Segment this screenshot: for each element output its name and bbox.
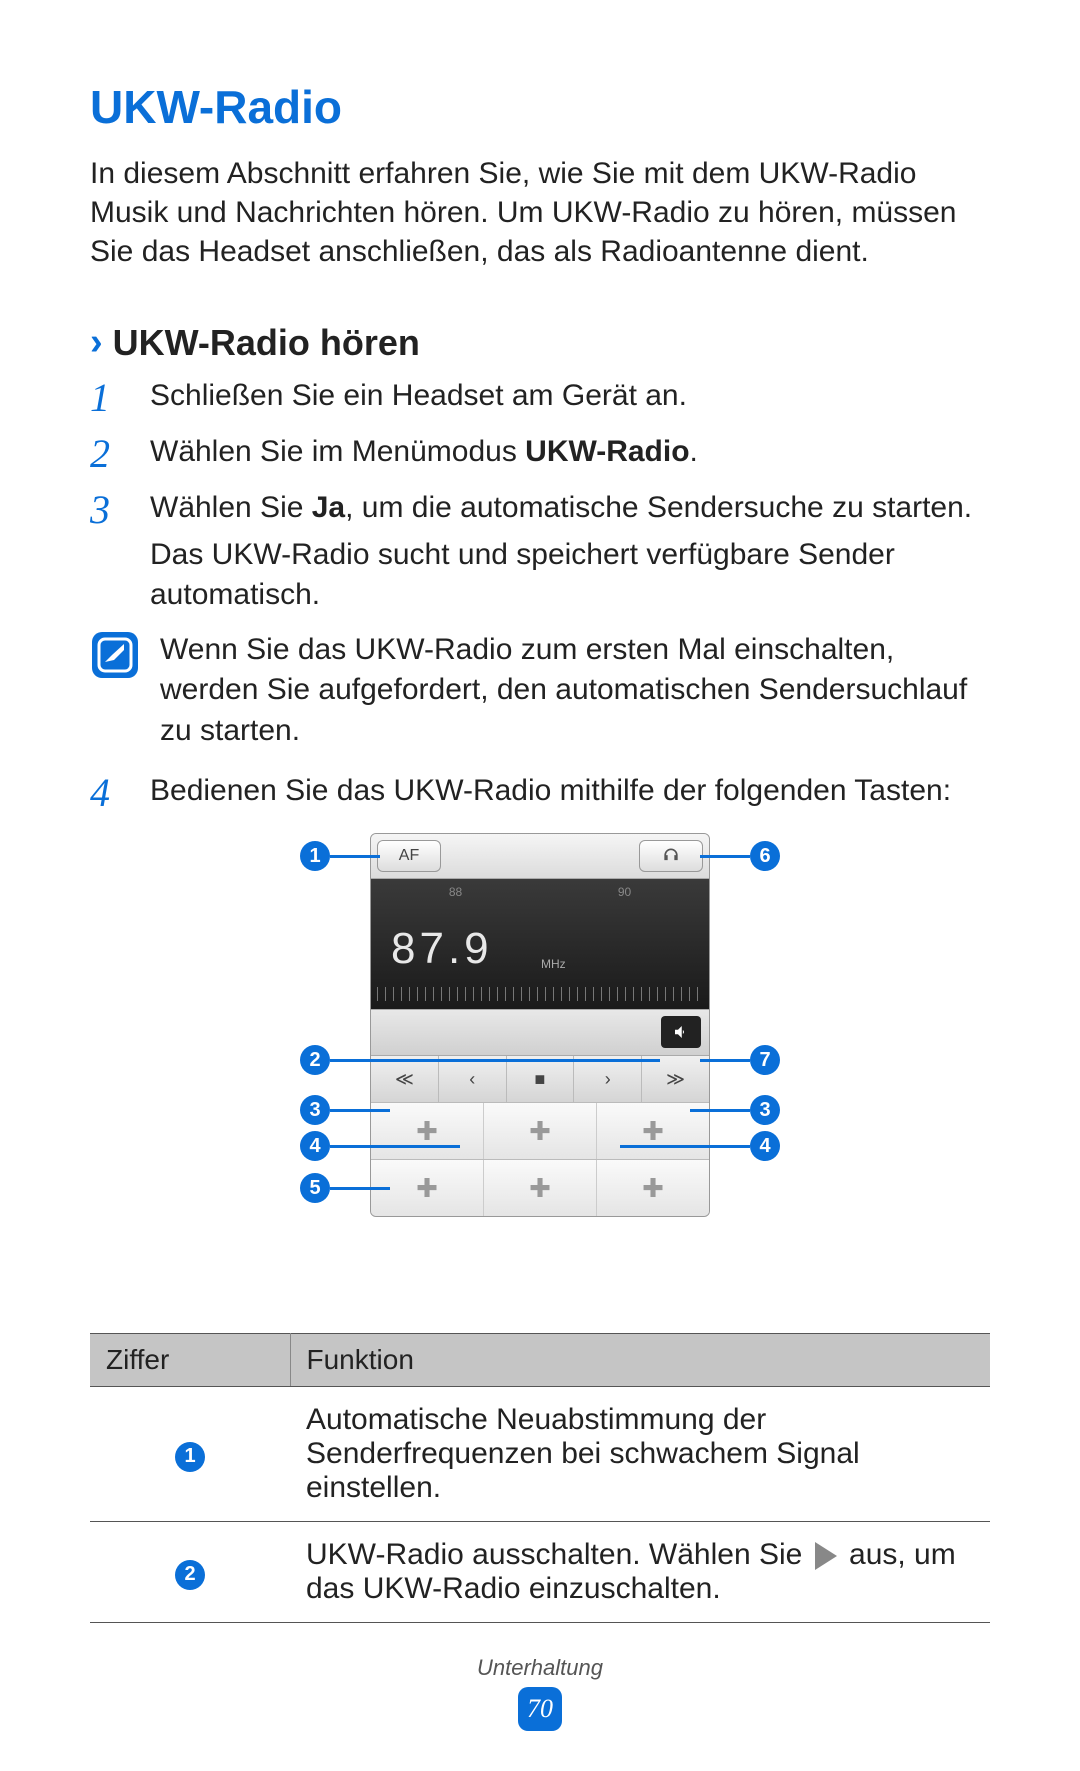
number-badge-2: 2 [175, 1560, 205, 1590]
page-number: 70 [518, 1687, 562, 1731]
callout-badge-4-right: 4 [750, 1131, 780, 1161]
step-number: 4 [90, 771, 130, 813]
page-title: UKW-Radio [90, 80, 990, 134]
frequency-value: 87.9 [391, 924, 493, 974]
chevron-right-icon: › [90, 321, 103, 364]
number-badge-1: 1 [175, 1442, 205, 1472]
dial-ticks [377, 987, 703, 1001]
callout-line [330, 1109, 390, 1112]
seek-next-far-button[interactable]: ≫ [642, 1056, 709, 1102]
callout-line [330, 855, 380, 858]
table-row: 2 UKW-Radio ausschalten. Wählen Sie aus,… [90, 1522, 990, 1623]
intro-paragraph: In diesem Abschnitt erfahren Sie, wie Si… [90, 154, 990, 271]
preset-row-2: ✚ ✚ ✚ [371, 1159, 709, 1216]
callout-badge-4-left: 4 [300, 1131, 330, 1161]
table-row: 1 Automatische Neuabstimmung der Senderf… [90, 1387, 990, 1522]
speaker-icon [672, 1023, 690, 1041]
step-bold: Ja [312, 491, 345, 524]
step-text: Wählen Sie Ja, um die automatische Sende… [150, 488, 990, 616]
preset-button[interactable]: ✚ [484, 1103, 597, 1159]
step-bold: UKW-Radio [525, 435, 689, 468]
seek-prev-button[interactable]: ‹ [439, 1056, 507, 1102]
step-text: Schließen Sie ein Headset am Gerät an. [150, 376, 687, 418]
callout-line [330, 1059, 660, 1062]
seek-next-button[interactable]: › [574, 1056, 642, 1102]
step-3: 3 Wählen Sie Ja, um die automatische Sen… [90, 488, 990, 616]
radio-figure: AF 88 90 87.9 MHz [90, 833, 990, 1303]
preset-row-1: ✚ ✚ ✚ [371, 1102, 709, 1159]
step-list: 1 Schließen Sie ein Headset am Gerät an.… [90, 376, 990, 813]
callout-line [620, 1145, 750, 1148]
headphone-icon [661, 846, 681, 866]
step-text-post: , um die automatische Sendersuche zu sta… [345, 491, 972, 524]
radio-top-bar: AF [371, 834, 709, 879]
callout-badge-1: 1 [300, 841, 330, 871]
callout-line [330, 1187, 390, 1190]
callout-badge-2: 2 [300, 1045, 330, 1075]
table-header-funktion: Funktion [290, 1334, 990, 1387]
step-4: 4 Bedienen Sie das UKW-Radio mithilfe de… [90, 771, 990, 813]
callout-badge-7: 7 [750, 1045, 780, 1075]
table-cell-num: 2 [90, 1522, 290, 1623]
footer-category: Unterhaltung [0, 1655, 1080, 1681]
step-2: 2 Wählen Sie im Menümodus UKW-Radio. [90, 432, 990, 474]
table-cell-text: Automatische Neuabstimmung der Senderfre… [290, 1387, 990, 1522]
callout-line [690, 1109, 750, 1112]
step-text-pre: Wählen Sie [150, 491, 312, 524]
radio-mid-bar [371, 1009, 709, 1055]
callout-badge-6: 6 [750, 841, 780, 871]
dial-label-right: 90 [618, 885, 631, 899]
function-table: Ziffer Funktion 1 Automatische Neuabstim… [90, 1333, 990, 1623]
step-text-pre: Wählen Sie im Menümodus [150, 435, 525, 468]
radio-control-row: ≪ ‹ ■ › ≫ [371, 1055, 709, 1102]
radio-device: AF 88 90 87.9 MHz [370, 833, 710, 1217]
section-heading: UKW-Radio hören [113, 322, 420, 364]
frequency-unit: MHz [541, 957, 566, 971]
dial-label-left: 88 [449, 885, 462, 899]
step-number: 1 [90, 376, 130, 418]
row2-pre: UKW-Radio ausschalten. Wählen Sie [306, 1538, 811, 1571]
step-subtext: Das UKW-Radio sucht und speichert verfüg… [150, 535, 990, 616]
note-icon [90, 630, 140, 680]
step-text: Bedienen Sie das UKW-Radio mithilfe der … [150, 771, 951, 813]
step-number: 2 [90, 432, 130, 474]
callout-line [700, 855, 750, 858]
preset-button[interactable]: ✚ [597, 1160, 709, 1216]
table-header-ziffer: Ziffer [90, 1334, 290, 1387]
step-text: Wählen Sie im Menümodus UKW-Radio. [150, 432, 698, 474]
stop-button[interactable]: ■ [507, 1056, 575, 1102]
page-footer: Unterhaltung 70 [0, 1655, 1080, 1731]
play-icon [815, 1542, 837, 1570]
table-header-row: Ziffer Funktion [90, 1334, 990, 1387]
step-text-post: . [690, 435, 698, 468]
table-cell-num: 1 [90, 1387, 290, 1522]
section-heading-row: › UKW-Radio hören [90, 321, 990, 364]
af-button[interactable]: AF [377, 840, 441, 872]
callout-line [330, 1145, 460, 1148]
step-1: 1 Schließen Sie ein Headset am Gerät an. [90, 376, 990, 418]
note-text: Wenn Sie das UKW-Radio zum ersten Mal ei… [160, 630, 990, 752]
radio-display: 88 90 87.9 MHz [371, 879, 709, 1009]
preset-button[interactable]: ✚ [484, 1160, 597, 1216]
step-number: 3 [90, 488, 130, 616]
callout-line [700, 1059, 750, 1062]
callout-badge-5: 5 [300, 1173, 330, 1203]
headphone-button[interactable] [639, 840, 703, 872]
table-cell-text: UKW-Radio ausschalten. Wählen Sie aus, u… [290, 1522, 990, 1623]
callout-badge-3-right: 3 [750, 1095, 780, 1125]
speaker-button[interactable] [661, 1016, 701, 1048]
callout-badge-3-left: 3 [300, 1095, 330, 1125]
seek-prev-far-button[interactable]: ≪ [371, 1056, 439, 1102]
radio-callout-wrap: AF 88 90 87.9 MHz [260, 833, 820, 1303]
document-page: UKW-Radio In diesem Abschnitt erfahren S… [0, 0, 1080, 1623]
note-block: Wenn Sie das UKW-Radio zum ersten Mal ei… [90, 630, 990, 752]
